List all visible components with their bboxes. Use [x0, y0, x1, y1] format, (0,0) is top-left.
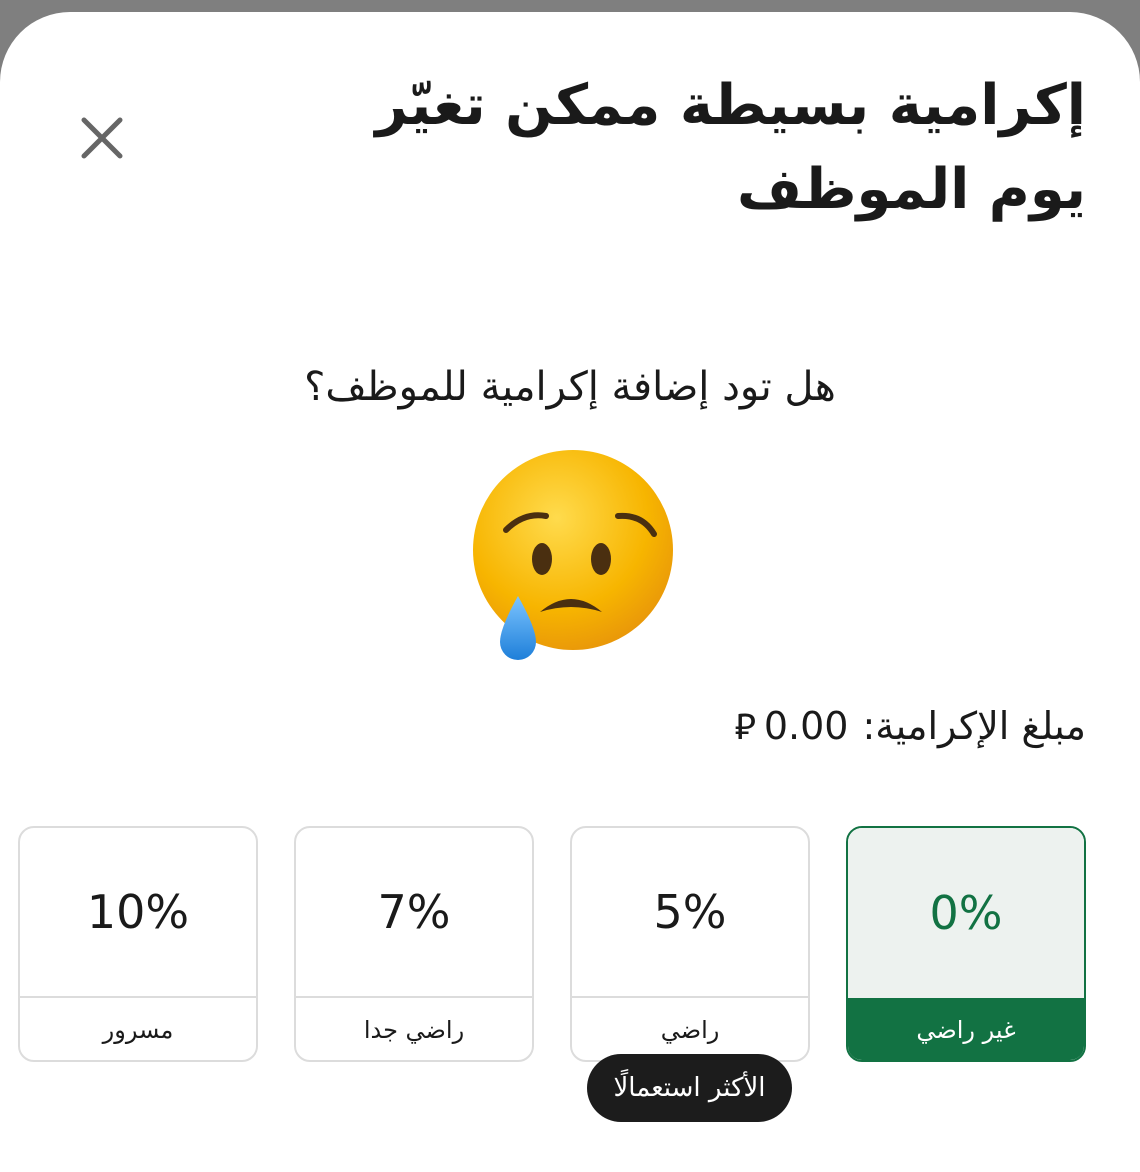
tip-option-label: غير راضي	[848, 998, 1084, 1060]
tip-question: هل تود إضافة إكرامية للموظف؟	[304, 364, 836, 410]
most-used-badge: الأكثر استعمالًا	[587, 1054, 792, 1122]
tip-option-percent: 10%	[20, 828, 256, 998]
tip-amount-value: 0.00	[763, 703, 849, 748]
tip-option-percent: 5%	[572, 828, 808, 998]
tip-amount-value-group: ⃁ 0.00	[734, 702, 848, 749]
tip-options: 0% غير راضي 5% راضي 7% راضي جدا 10% مسرو…	[18, 826, 1086, 1064]
tip-option-0[interactable]: 0% غير راضي	[846, 826, 1086, 1062]
saudi-riyal-icon: ⃁	[734, 707, 756, 748]
tip-amount-row: مبلغ الإكرامية: ⃁ 0.00	[734, 702, 1086, 749]
tip-option-5[interactable]: 5% راضي	[570, 826, 810, 1062]
tip-option-percent: 7%	[296, 828, 532, 998]
tip-bottom-sheet: إكرامية بسيطة ممكن تغيّر يوم الموظف هل ت…	[0, 12, 1140, 1172]
close-icon	[81, 117, 123, 159]
close-button[interactable]	[72, 108, 132, 168]
tip-option-label: مسرور	[102, 1016, 174, 1044]
tip-amount-label: مبلغ الإكرامية:	[862, 703, 1086, 748]
tip-option-7[interactable]: 7% راضي جدا	[294, 826, 534, 1062]
tip-option-label: راضي جدا	[363, 1016, 465, 1044]
tip-option-10[interactable]: 10% مسرور	[18, 826, 258, 1062]
sad-tear-emoji-icon	[466, 442, 680, 672]
tip-option-percent: 0%	[848, 828, 1084, 998]
sheet-title: إكرامية بسيطة ممكن تغيّر يوم الموظف	[375, 73, 1086, 222]
tip-option-label: راضي	[660, 1016, 720, 1044]
